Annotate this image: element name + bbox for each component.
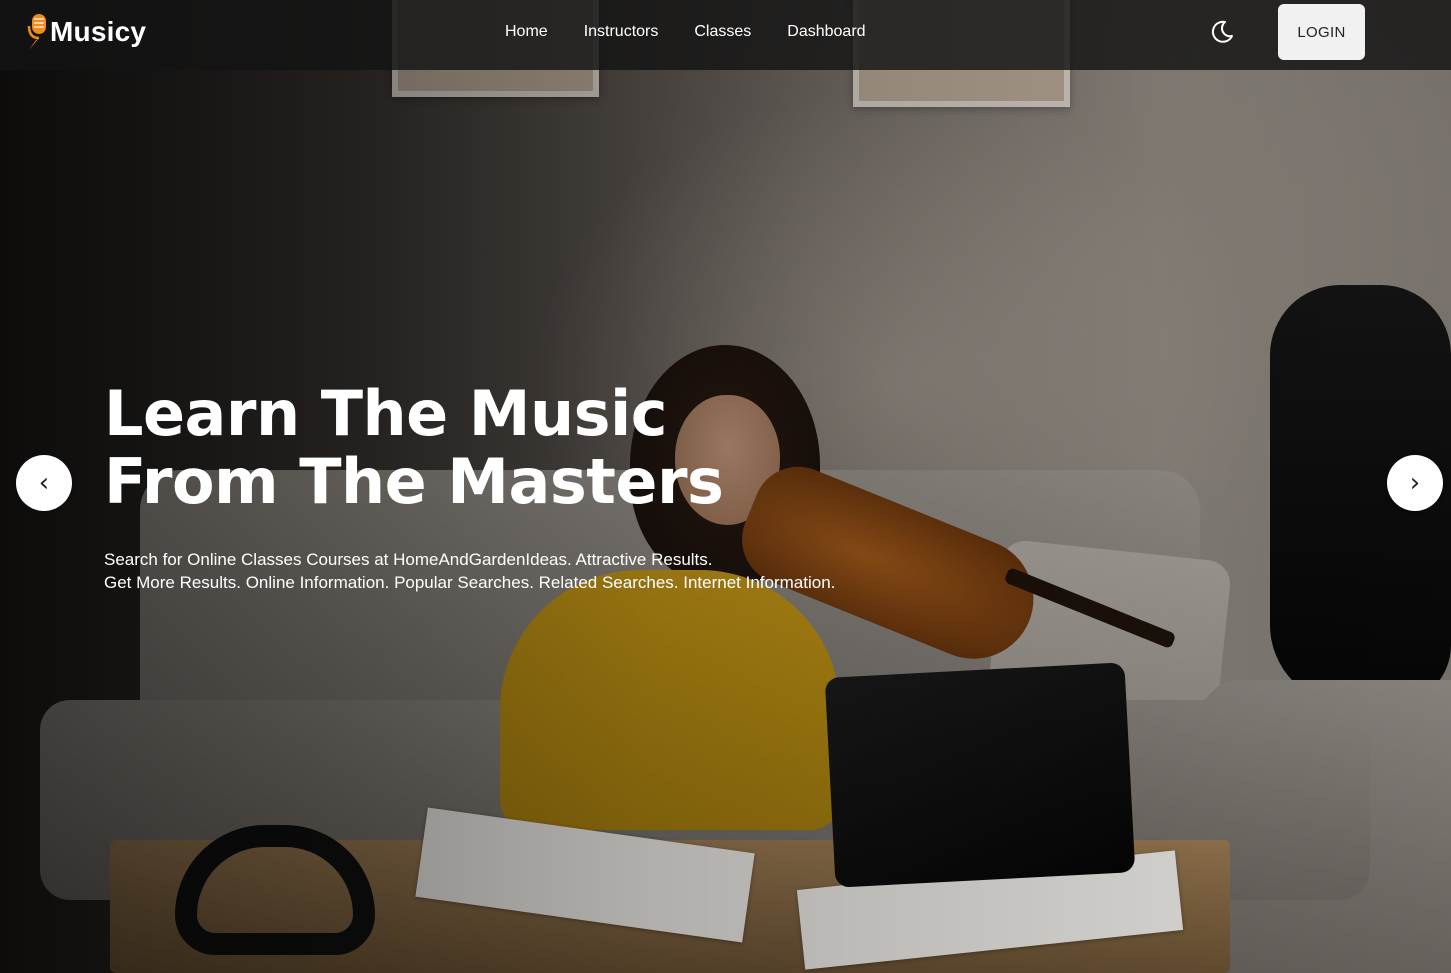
top-navbar: Musicy Home Instructors Classes Dashboar…: [0, 0, 1451, 70]
hero-title: Learn The Music From The Masters: [104, 377, 724, 518]
login-button[interactable]: LOGIN: [1278, 4, 1365, 60]
hero-subtitle-line: Search for Online Classes Courses at Hom…: [104, 550, 713, 569]
hero-subtitle: Search for Online Classes Courses at Hom…: [104, 548, 835, 594]
carousel-next-button[interactable]: ›: [1387, 455, 1443, 511]
microphone-icon: [24, 12, 50, 52]
nav-link-classes[interactable]: Classes: [694, 23, 751, 41]
chevron-left-icon: ‹: [38, 468, 50, 498]
chevron-right-icon: ›: [1409, 468, 1421, 498]
nav-link-instructors[interactable]: Instructors: [584, 23, 659, 41]
hero-title-line: Learn The Music: [104, 377, 668, 450]
nav-links: Home Instructors Classes Dashboard: [505, 23, 902, 41]
moon-icon[interactable]: [1208, 18, 1236, 46]
brand-logo[interactable]: Musicy: [24, 12, 146, 52]
nav-link-home[interactable]: Home: [505, 23, 548, 41]
hero-subtitle-line: Get More Results. Online Information. Po…: [104, 573, 836, 592]
hero-title-line: From The Masters: [104, 445, 724, 518]
carousel-prev-button[interactable]: ‹: [16, 455, 72, 511]
nav-link-dashboard[interactable]: Dashboard: [787, 23, 865, 41]
brand-name: Musicy: [50, 16, 147, 47]
